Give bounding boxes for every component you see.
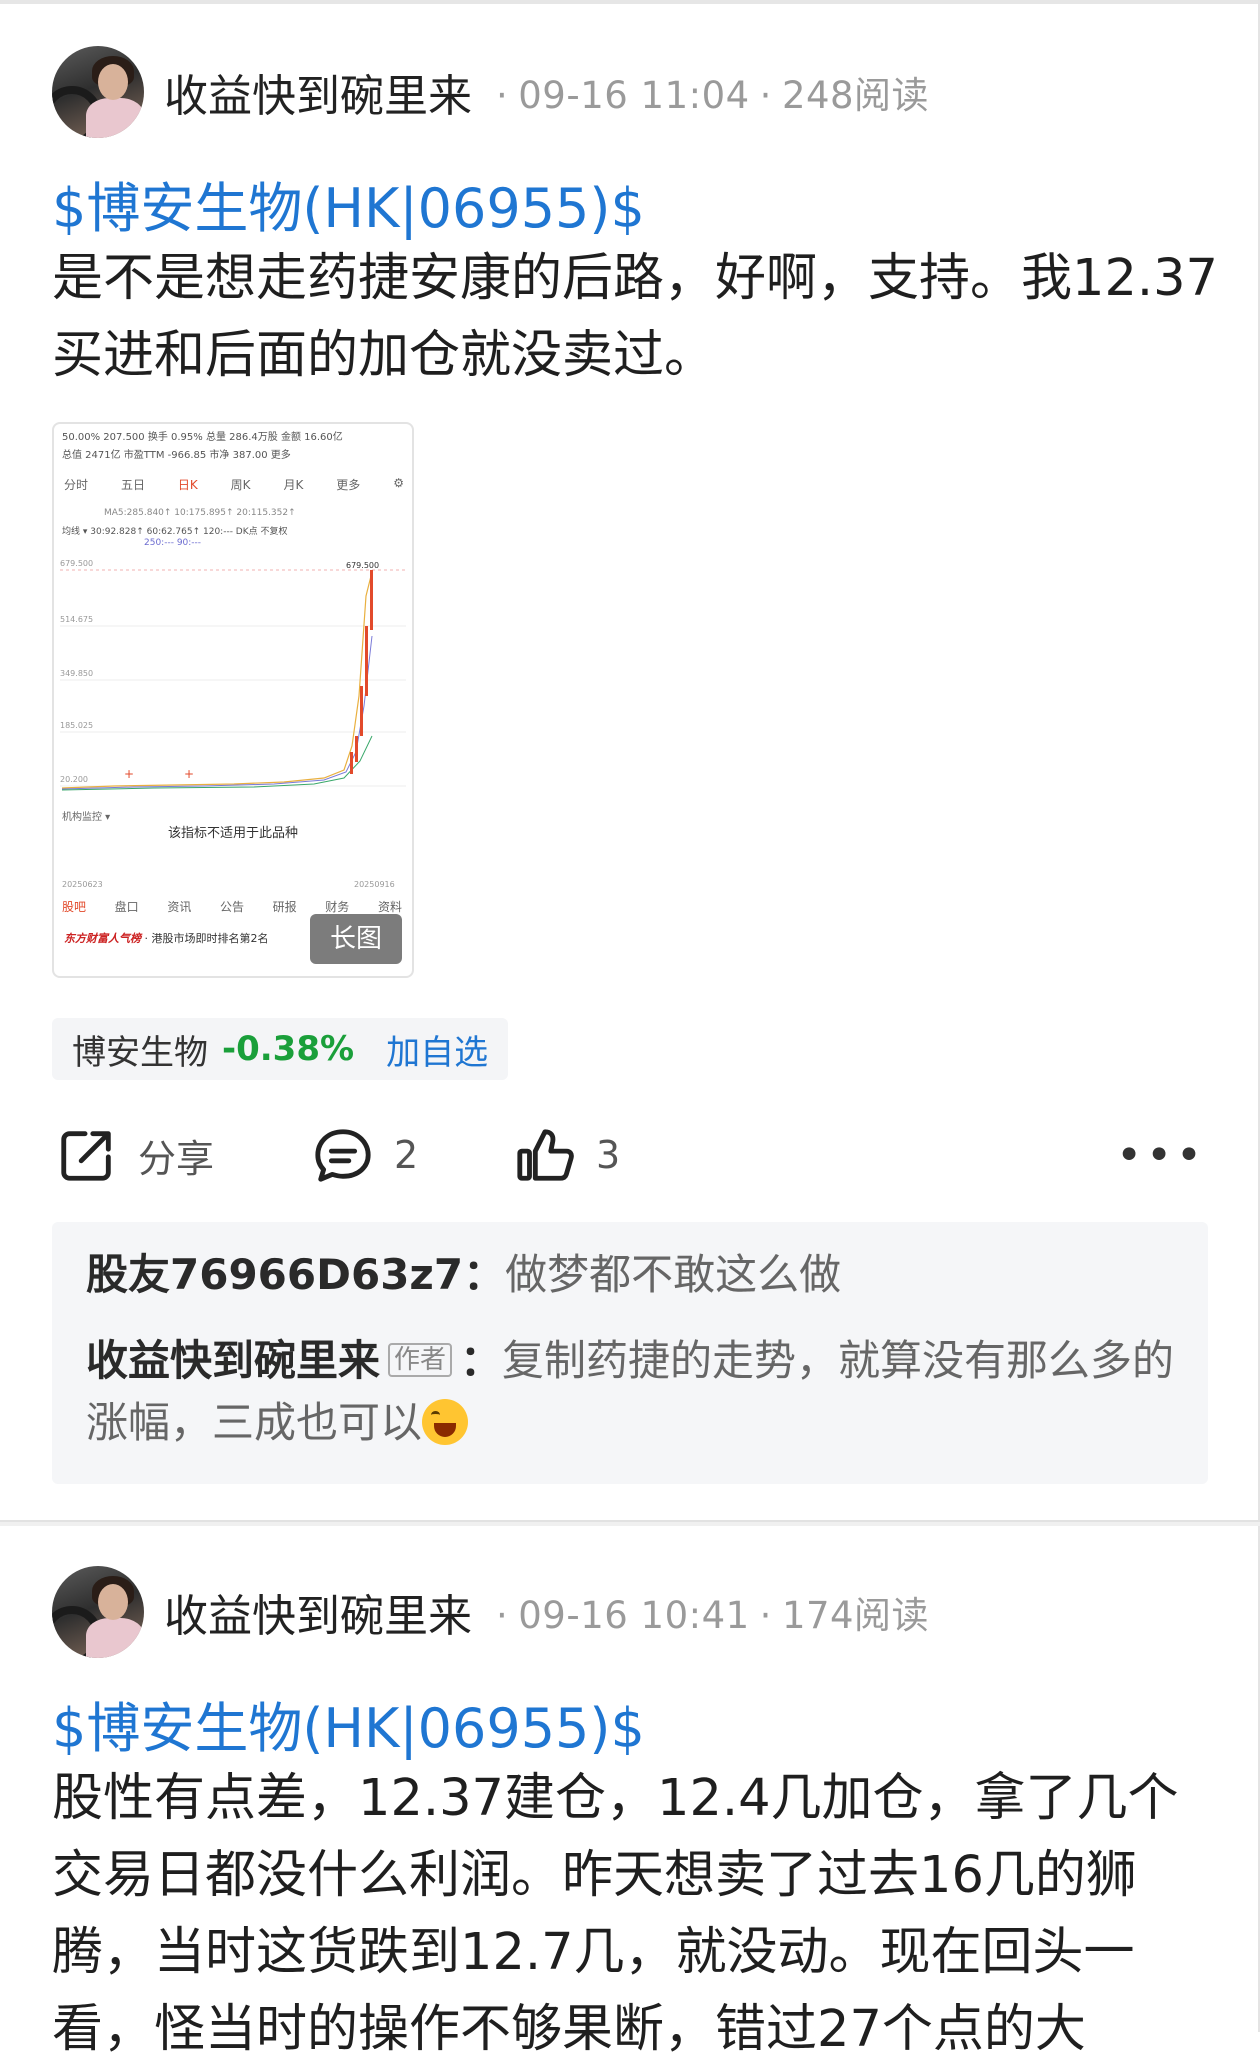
- post-time: 09-16 11:04: [518, 74, 750, 117]
- post-header: 收益快到碗里来 · 09-16 11:04 · 248阅读: [52, 44, 929, 140]
- thumb-period-tabs: 分时 五日 日K 周K 月K 更多 ⚙: [64, 476, 404, 493]
- comment-user[interactable]: 收益快到碗里来: [86, 1336, 380, 1385]
- thumb-y-label: 679.500: [60, 559, 93, 568]
- comment-preview-box[interactable]: 股友76966D63z7：做梦都不敢这么做 收益快到碗里来 作者 ：复制药捷的走势，…: [52, 1222, 1208, 1484]
- thumb-tab: 分时: [64, 478, 89, 492]
- thumb-brand-name: 东方财富人气榜: [64, 932, 141, 945]
- post-body: 股性有点差，12.37建仓，12.4几加仓，拿了几个交易日都没什么利润。昨天想卖…: [52, 1769, 1179, 2059]
- like-count: 3: [596, 1133, 621, 1177]
- thumb-tab-active: 日K: [177, 478, 198, 492]
- stock-tag-link[interactable]: $博安生物(HK|06955)$: [52, 164, 645, 243]
- thumbs-up-icon: [517, 1129, 574, 1181]
- chart-screenshot-thumbnail[interactable]: 50.00% 207.500 换手 0.95% 总量 286.4万股 金额 16…: [52, 422, 414, 978]
- thumb-bottom-tab: 公告: [219, 900, 244, 914]
- comment-sep: ：: [463, 1250, 506, 1299]
- comment-button[interactable]: 2: [312, 1120, 418, 1190]
- comment-text: 做梦都不敢这么做: [505, 1250, 842, 1299]
- thumb-stats-row1: 50.00% 207.500 换手 0.95% 总量 286.4万股 金额 16…: [62, 432, 343, 443]
- thumb-kline-chart: 679.500 514.675 349.850 185.025 20.200 6…: [60, 559, 406, 791]
- comment-icon: [315, 1129, 371, 1182]
- thumb-indicator-notice: 该指标不适用于此品种: [167, 826, 298, 841]
- thumb-bottom-tab: 研报: [272, 900, 297, 914]
- author-name[interactable]: 收益快到碗里来: [164, 1580, 472, 1644]
- thumb-stats-row2: 总值 2471亿 市盈TTM -966.85 市净 387.00 更多: [62, 450, 291, 461]
- comment-item: 股友76966D63z7：做梦都不敢这么做: [86, 1244, 1176, 1306]
- post-action-bar: 分享 2 3 •••: [56, 1120, 1206, 1190]
- post-card[interactable]: 收益快到碗里来 · 09-16 11:04 · 248阅读 $博安生物(HK|0695…: [0, 0, 1260, 1520]
- thumb-avg-row: 均线 ▾ 30:92.828↑ 60:62.765↑ 120:--- DK点 不…: [62, 527, 288, 537]
- author-name[interactable]: 收益快到碗里来: [164, 60, 472, 124]
- svg-text:+: +: [124, 767, 134, 781]
- thumb-y-label: 185.025: [60, 721, 93, 730]
- thumb-y-label: 20.200: [60, 775, 88, 784]
- thumb-bottom-tab: 盘口: [114, 900, 139, 914]
- thumb-bottom-tab: 资料: [377, 900, 402, 914]
- thumb-y-label: 349.850: [60, 669, 93, 678]
- avatar[interactable]: [52, 46, 144, 138]
- comment-item: 收益快到碗里来 作者 ：复制药捷的走势，就算没有那么多的涨幅，三成也可以: [86, 1330, 1176, 1454]
- thumb-bottom-tab: 资讯: [167, 900, 192, 914]
- share-label: 分享: [138, 1136, 215, 1181]
- thumb-brand: 东方财富人气榜 · 港股市场即时排名第2名: [64, 930, 269, 946]
- share-icon: [61, 1131, 111, 1181]
- thumb-tab: 月K: [283, 478, 304, 492]
- thumb-brand-rank: · 港股市场即时排名第2名: [144, 932, 269, 945]
- stock-pill[interactable]: 博安生物 -0.38% 加自选: [52, 1018, 509, 1080]
- post-meta: · 09-16 10:41 · 174阅读: [496, 1594, 930, 1637]
- author-badge: 作者: [388, 1342, 453, 1377]
- thumb-250-row: 250:--- 90:---: [144, 538, 202, 548]
- post-reads: 174阅读: [781, 1594, 930, 1637]
- post-card[interactable]: 收益快到碗里来 · 09-16 10:41 · 174阅读 $博安生物(HK|0695…: [0, 1526, 1260, 2059]
- stock-tag-link[interactable]: $博安生物(HK|06955)$: [52, 1684, 645, 1763]
- comment-count: 2: [394, 1133, 419, 1177]
- thumb-ma-row: MA5:285.840↑ 10:175.895↑ 20:115.352↑: [104, 508, 296, 518]
- thumb-bottom-tab: 财务: [325, 900, 350, 914]
- thumb-settings-icon: ⚙: [393, 476, 404, 490]
- svg-text:+: +: [184, 767, 194, 781]
- comment-user[interactable]: 股友76966D63z7: [86, 1250, 463, 1299]
- thumb-peak-label: 679.500: [346, 561, 379, 570]
- post-time: 09-16 10:41: [518, 1594, 750, 1637]
- post-meta: · 09-16 11:04 · 248阅读: [496, 74, 930, 117]
- comment-sep: ：: [460, 1336, 503, 1385]
- stock-pill-name: 博安生物: [72, 1032, 208, 1073]
- thumb-tab: 更多: [336, 478, 361, 492]
- thumb-bottom-tab-active: 股吧: [62, 900, 87, 914]
- thumb-monitor-label: 机构监控 ▾: [62, 812, 111, 823]
- laughing-emoji-icon: [422, 1398, 469, 1445]
- avatar[interactable]: [52, 1566, 144, 1658]
- thumb-tab: 五日: [120, 478, 145, 492]
- thumb-date-end: 20250916: [354, 880, 395, 889]
- thumb-y-label: 514.675: [60, 615, 93, 624]
- thumb-date-start: 20250623: [62, 880, 103, 889]
- more-options-icon[interactable]: •••: [1116, 1130, 1206, 1181]
- add-watchlist-button[interactable]: 加自选: [386, 1025, 488, 1074]
- post-body: 是不是想走药捷安康的后路，好啊，支持。我12.37买进和后面的加仓就没卖过。: [52, 249, 1219, 385]
- post-header: 收益快到碗里来 · 09-16 10:41 · 174阅读: [52, 1564, 929, 1660]
- thumb-tab: 周K: [230, 478, 251, 492]
- post-reads: 248阅读: [781, 74, 930, 117]
- share-button[interactable]: 分享: [56, 1120, 214, 1190]
- long-image-badge: 长图: [310, 914, 402, 964]
- thumb-bottom-tabs: 股吧 盘口 资讯 公告 研报 财务 资料: [62, 898, 402, 915]
- stock-pill-change: -0.38%: [222, 1029, 355, 1069]
- like-button[interactable]: 3: [514, 1120, 620, 1190]
